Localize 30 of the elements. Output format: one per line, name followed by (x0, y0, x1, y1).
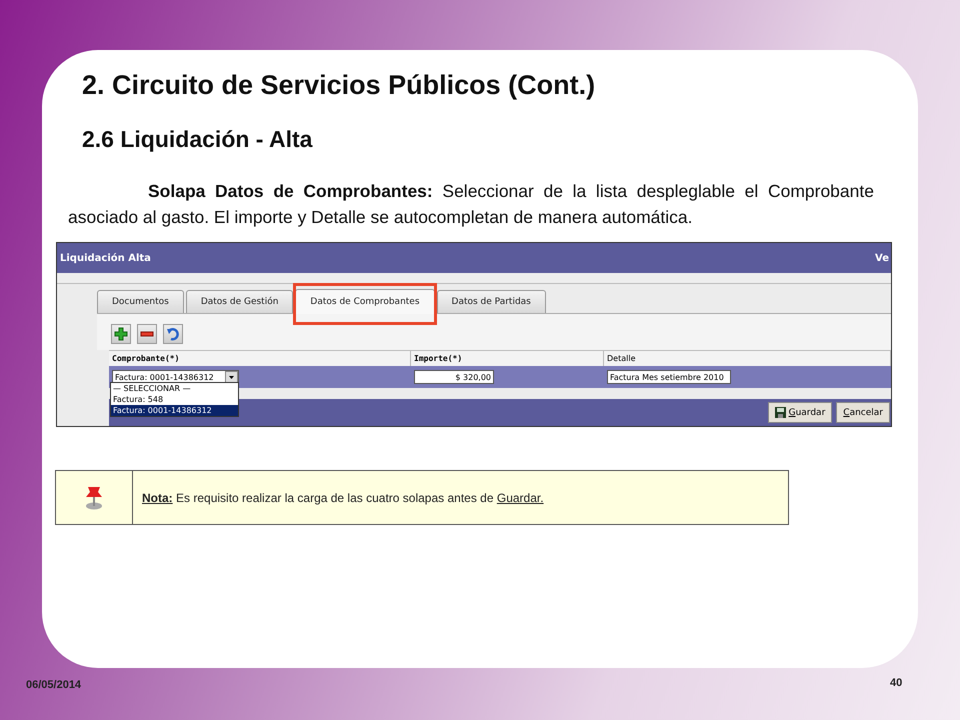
slide-subtitle: 2.6 Liquidación - Alta (82, 126, 314, 153)
dropdown-option[interactable]: Factura: 548 (111, 394, 238, 405)
window-title: Liquidación Alta (60, 252, 151, 264)
dropdown-option[interactable]: — SELECCIONAR — (111, 383, 238, 394)
dropdown-option[interactable]: Factura: 0001-14386312 (111, 405, 238, 416)
window-title-fragment: Ve (875, 252, 889, 264)
cancel-button[interactable]: Cancelar (836, 402, 890, 423)
slide-date: 06/05/2014 (26, 679, 82, 691)
remove-button[interactable] (137, 324, 157, 344)
tab[interactable]: Datos de Gestión (186, 290, 294, 313)
tab[interactable]: Documentos (97, 290, 184, 313)
undo-button[interactable] (163, 324, 183, 344)
tab[interactable]: Datos de Partidas (436, 290, 546, 313)
save-button[interactable]: Guardar (768, 402, 832, 423)
note-text: Nota: Es requisito realizar la carga de las cuatro solapas antes de Guardar. (142, 490, 544, 504)
tab[interactable]: Datos de Comprobantes (295, 289, 435, 314)
caret-icon (229, 376, 234, 378)
column-header: Detalle (604, 350, 891, 366)
page-number: 40 (890, 677, 902, 689)
pushpin-icon (84, 484, 104, 510)
detalle-field[interactable]: Factura Mes setiembre 2010 (607, 370, 731, 384)
column-header: Comprobante(*) (109, 350, 411, 366)
add-button[interactable] (111, 324, 131, 344)
plus-icon (114, 327, 128, 341)
instruction-paragraph: Solapa Datos de Comprobantes: Seleccionar de la lista despleglable el Comprobante asociado al gasto. El importe y Detalle se autocompletan de manera automática. (68, 180, 874, 229)
slide-title: 2. Circuito de Servicios Públicos (Cont.) (82, 70, 596, 101)
importe-field[interactable]: $ 320,00 (414, 370, 494, 384)
guardar-link[interactable]: Guardar. (496, 490, 544, 504)
column-header: Importe(*) (411, 350, 604, 366)
undo-icon (166, 327, 180, 341)
